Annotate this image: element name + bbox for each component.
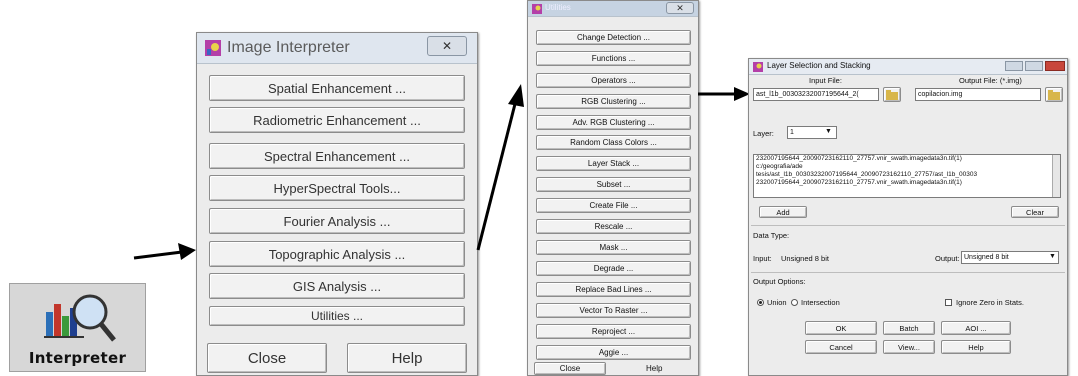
interpreter-label: Interpreter (28, 349, 127, 367)
input-file-label: Input File: (809, 76, 842, 85)
window-title: Image Interpreter (227, 39, 350, 56)
close-window-button[interactable]: ✕ (666, 2, 694, 14)
window-title: Layer Selection and Stacking (767, 61, 871, 70)
spectral-enhancement-button[interactable]: Spectral Enhancement ... (209, 143, 465, 169)
reproject-button[interactable]: Reproject ... (536, 324, 691, 339)
help-button[interactable]: Help (646, 364, 662, 373)
intersection-label: Intersection (801, 298, 840, 307)
subset-button[interactable]: Subset ... (536, 177, 691, 192)
output-browse-button[interactable] (1045, 87, 1063, 102)
list-scrollbar[interactable] (1052, 155, 1060, 197)
output-options-label: Output Options: (753, 277, 806, 286)
random-class-colors-button[interactable]: Random Class Colors ... (536, 135, 691, 150)
window-title: Utilities (545, 3, 571, 12)
fourier-analysis-button[interactable]: Fourier Analysis ... (209, 208, 465, 234)
output-type-select[interactable]: Unsigned 8 bit (961, 251, 1059, 264)
title-bar: Layer Selection and Stacking (749, 59, 1067, 75)
utilities-window: Utilities ✕ Change Detection ... Functio… (527, 0, 699, 376)
cancel-button[interactable]: Cancel (805, 340, 877, 354)
list-item: tesis/ast_l1b_00303232007195644_20090723… (756, 171, 978, 178)
folder-icon (886, 89, 898, 100)
utilities-app-icon (532, 4, 542, 14)
divider (751, 225, 1065, 226)
close-button[interactable]: Close (207, 343, 327, 373)
utilities-button[interactable]: Utilities ... (209, 306, 465, 326)
close-window-button[interactable] (1045, 61, 1065, 71)
topographic-analysis-button[interactable]: Topographic Analysis ... (209, 241, 465, 267)
spatial-enhancement-button[interactable]: Spatial Enhancement ... (209, 75, 465, 101)
interpreter-launcher[interactable]: Interpreter (9, 283, 146, 372)
layer-label: Layer: (753, 129, 774, 138)
output-file-field[interactable]: copilacion.img (915, 88, 1041, 101)
gis-analysis-button[interactable]: GIS Analysis ... (209, 273, 465, 299)
arrow-up-right-icon (476, 84, 524, 251)
data-type-label: Data Type: (753, 231, 790, 240)
output-type-value: Unsigned 8 bit (964, 254, 1009, 261)
adv-rgb-clustering-button[interactable]: Adv. RGB Clustering ... (536, 115, 691, 130)
union-radio[interactable] (757, 299, 764, 306)
aggie-button[interactable]: Aggie ... (536, 345, 691, 360)
image-interpreter-window: Image Interpreter ✕ Spatial Enhancement … (196, 32, 478, 376)
rgb-clustering-button[interactable]: RGB Clustering ... (536, 94, 691, 109)
vector-to-raster-button[interactable]: Vector To Raster ... (536, 303, 691, 318)
clear-button[interactable]: Clear (1011, 206, 1059, 218)
divider (751, 272, 1065, 273)
ok-button[interactable]: OK (805, 321, 877, 335)
radiometric-enhancement-button[interactable]: Radiometric Enhancement ... (209, 107, 465, 133)
replace-bad-lines-button[interactable]: Replace Bad Lines ... (536, 282, 691, 297)
folder-icon (1048, 89, 1060, 100)
layer-app-icon (753, 62, 763, 72)
chevron-down-icon[interactable]: ▼ (1049, 253, 1056, 260)
close-icon: ✕ (441, 39, 453, 53)
interpreter-app-icon (205, 40, 221, 56)
input-file-field[interactable]: ast_l1b_00303232007195644_2( (753, 88, 879, 101)
list-item: 232007195644_20090723162110_27757.vnir_s… (756, 179, 962, 186)
functions-button[interactable]: Functions ... (536, 51, 691, 66)
change-detection-button[interactable]: Change Detection ... (536, 30, 691, 45)
ignore-zero-label: Ignore Zero in Stats. (956, 298, 1024, 307)
help-button[interactable]: Help (347, 343, 467, 373)
help-button[interactable]: Help (941, 340, 1011, 354)
layer-stack-button[interactable]: Layer Stack ... (536, 156, 691, 171)
hyperspectral-tools-button[interactable]: HyperSpectral Tools... (209, 175, 465, 201)
rescale-button[interactable]: Rescale ... (536, 219, 691, 234)
intersection-radio[interactable] (791, 299, 798, 306)
close-window-button[interactable]: ✕ (427, 36, 467, 56)
layer-value: 1 (790, 129, 794, 136)
maximize-button[interactable] (1025, 61, 1043, 71)
arrow-right-icon (133, 243, 196, 260)
layer-list[interactable]: 232007195644_20090723162110_27757.vnir_s… (753, 154, 1061, 198)
input-browse-button[interactable] (883, 87, 901, 102)
union-label: Union (767, 298, 787, 307)
input-type-value: Unsigned 8 bit (781, 254, 829, 263)
title-bar: Utilities ✕ (528, 1, 698, 17)
list-item: c:/geografia/ade (756, 163, 803, 170)
mask-button[interactable]: Mask ... (536, 240, 691, 255)
output-type-label: Output: (935, 254, 960, 263)
input-type-label: Input: (753, 254, 772, 263)
degrade-button[interactable]: Degrade ... (536, 261, 691, 276)
add-button[interactable]: Add (759, 206, 807, 218)
minimize-button[interactable] (1005, 61, 1023, 71)
operators-button[interactable]: Operators ... (536, 73, 691, 88)
title-bar: Image Interpreter ✕ (197, 33, 477, 64)
arrow-right-icon (698, 87, 750, 101)
view-button[interactable]: View... (883, 340, 935, 354)
close-button[interactable]: Close (534, 362, 606, 375)
create-file-button[interactable]: Create File ... (536, 198, 691, 213)
interpreter-icon (44, 294, 116, 342)
chevron-down-icon[interactable]: ▼ (825, 128, 832, 135)
output-file-label: Output File: (*.img) (959, 76, 1022, 85)
aoi-button[interactable]: AOI ... (941, 321, 1011, 335)
layer-selection-window: Layer Selection and Stacking Input File:… (748, 58, 1068, 376)
ignore-zero-checkbox[interactable] (945, 299, 952, 306)
close-icon: ✕ (676, 2, 684, 13)
list-item: 232007195644_20090723162110_27757.vnir_s… (756, 155, 962, 162)
batch-button[interactable]: Batch (883, 321, 935, 335)
